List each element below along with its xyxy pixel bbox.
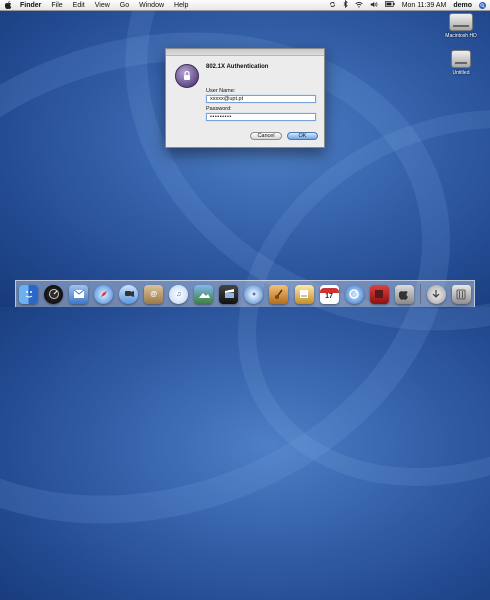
dialog-title: 802.1X Authentication bbox=[206, 64, 269, 70]
network-lock-icon bbox=[175, 64, 199, 88]
username-field[interactable]: xxxxx@upt.pt bbox=[206, 95, 316, 103]
iweb-icon[interactable] bbox=[294, 284, 314, 304]
desktop-icon-macintosh-hd[interactable]: Macintosh HD bbox=[443, 13, 479, 39]
menu-clock[interactable]: Mon 11:39 AM bbox=[402, 2, 447, 9]
menu-app-finder[interactable]: Finder bbox=[20, 2, 41, 9]
desktop-icon-label: Untitled bbox=[452, 70, 470, 76]
menu-go[interactable]: Go bbox=[120, 2, 129, 9]
menu-file[interactable]: File bbox=[51, 2, 62, 9]
desktop-icon-untitled[interactable]: Untitled bbox=[443, 50, 479, 76]
cancel-button[interactable]: Cancel bbox=[250, 132, 282, 140]
ical-icon[interactable]: 17 bbox=[319, 284, 339, 304]
iphoto-icon[interactable] bbox=[194, 284, 214, 304]
menu-status-area: Mon 11:39 AM demo bbox=[329, 0, 490, 10]
dock-separator bbox=[419, 284, 421, 304]
volume-icon[interactable] bbox=[370, 1, 378, 10]
idvd-icon[interactable] bbox=[244, 284, 264, 304]
password-label: Password: bbox=[206, 106, 232, 112]
username-label: User Name: bbox=[206, 88, 236, 94]
desktop-icon-label: Macintosh HD bbox=[445, 33, 477, 39]
imovie-icon[interactable] bbox=[219, 284, 239, 304]
dialog-sheet-top bbox=[166, 49, 324, 56]
finder-icon[interactable] bbox=[19, 284, 38, 304]
sync-icon[interactable] bbox=[329, 1, 336, 10]
dashboard-icon[interactable] bbox=[44, 284, 64, 304]
photo-booth-icon[interactable] bbox=[369, 284, 389, 304]
trash-icon[interactable] bbox=[451, 284, 471, 304]
battery-icon[interactable] bbox=[384, 1, 395, 9]
apple-menu-icon[interactable] bbox=[4, 1, 12, 9]
usb-drive-icon bbox=[451, 50, 471, 68]
password-field[interactable]: ••••••••• bbox=[206, 113, 316, 121]
sync-icon[interactable] bbox=[344, 284, 364, 304]
downloads-stack-icon[interactable] bbox=[426, 284, 446, 304]
system-preferences-icon[interactable] bbox=[394, 284, 414, 304]
safari-icon[interactable] bbox=[94, 284, 114, 304]
address-book-icon[interactable]: @ bbox=[144, 284, 164, 304]
menu-help[interactable]: Help bbox=[174, 2, 188, 9]
menu-view[interactable]: View bbox=[95, 2, 110, 9]
spotlight-icon[interactable] bbox=[479, 1, 486, 9]
itunes-icon[interactable]: ♫ bbox=[169, 284, 189, 304]
garageband-icon[interactable] bbox=[269, 284, 289, 304]
auth-dialog: 802.1X Authentication User Name: xxxxx@u… bbox=[165, 48, 325, 148]
menu-user[interactable]: demo bbox=[453, 2, 472, 9]
bluetooth-icon[interactable] bbox=[343, 0, 348, 10]
wifi-icon[interactable] bbox=[355, 1, 363, 10]
ichat-icon[interactable] bbox=[119, 284, 139, 304]
dock: @ ♫ 17 bbox=[15, 280, 475, 307]
calendar-day: 17 bbox=[325, 293, 333, 300]
menu-edit[interactable]: Edit bbox=[73, 2, 85, 9]
ok-button[interactable]: OK bbox=[287, 132, 318, 140]
menu-bar: Finder File Edit View Go Window Help Mon… bbox=[0, 0, 490, 11]
mail-icon[interactable] bbox=[69, 284, 89, 304]
hard-drive-icon bbox=[449, 13, 473, 31]
menu-window[interactable]: Window bbox=[139, 2, 164, 9]
